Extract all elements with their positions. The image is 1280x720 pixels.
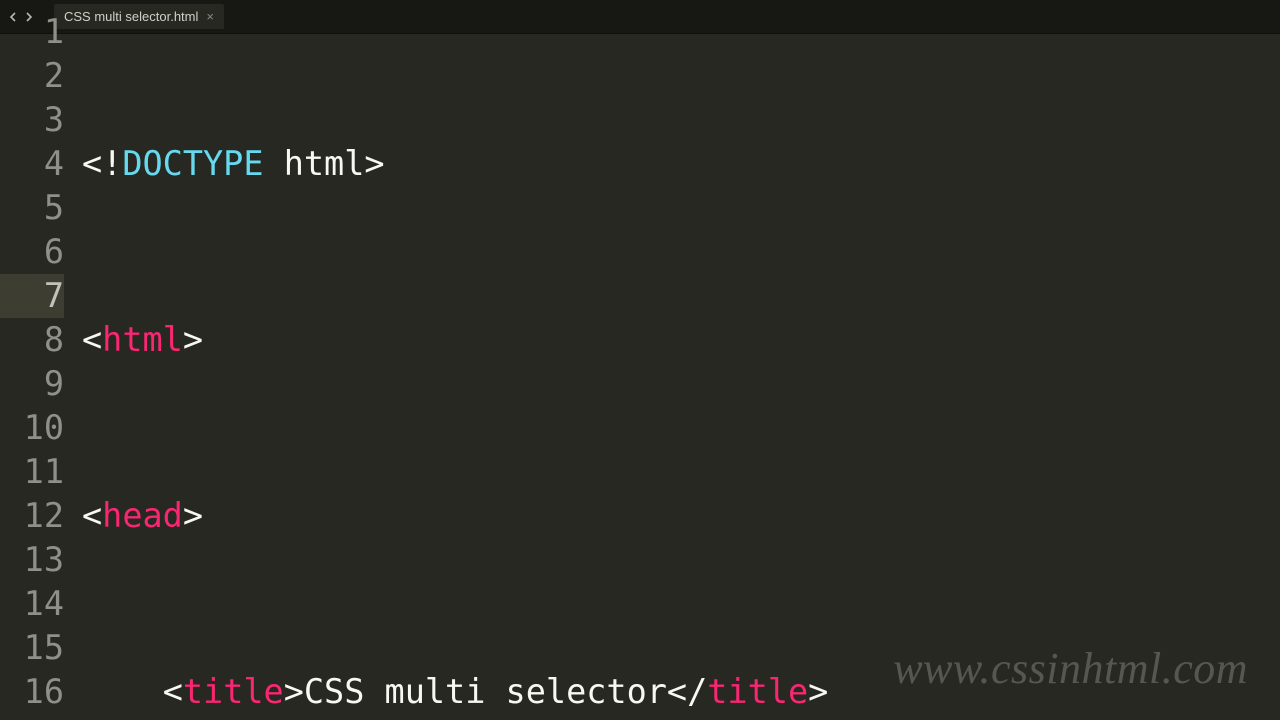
- code-line: <head>: [82, 494, 1280, 538]
- line-number-gutter: 1 2 3 4 5 6 7 8 9 10 11 12 13 14 15 16: [0, 34, 78, 720]
- tab-title: CSS multi selector.html: [64, 9, 198, 24]
- tab-active[interactable]: CSS multi selector.html ×: [54, 4, 224, 29]
- code-line: <html>: [82, 318, 1280, 362]
- code-line: <!DOCTYPE html>: [82, 142, 1280, 186]
- code-editor[interactable]: 1 2 3 4 5 6 7 8 9 10 11 12 13 14 15 16 <…: [0, 34, 1280, 720]
- code-line: <title>CSS multi selector</title>: [82, 670, 1280, 714]
- close-icon[interactable]: ×: [206, 10, 214, 23]
- tab-bar: CSS multi selector.html ×: [0, 0, 1280, 34]
- code-area[interactable]: <!DOCTYPE html> <html> <head> <title>CSS…: [78, 34, 1280, 720]
